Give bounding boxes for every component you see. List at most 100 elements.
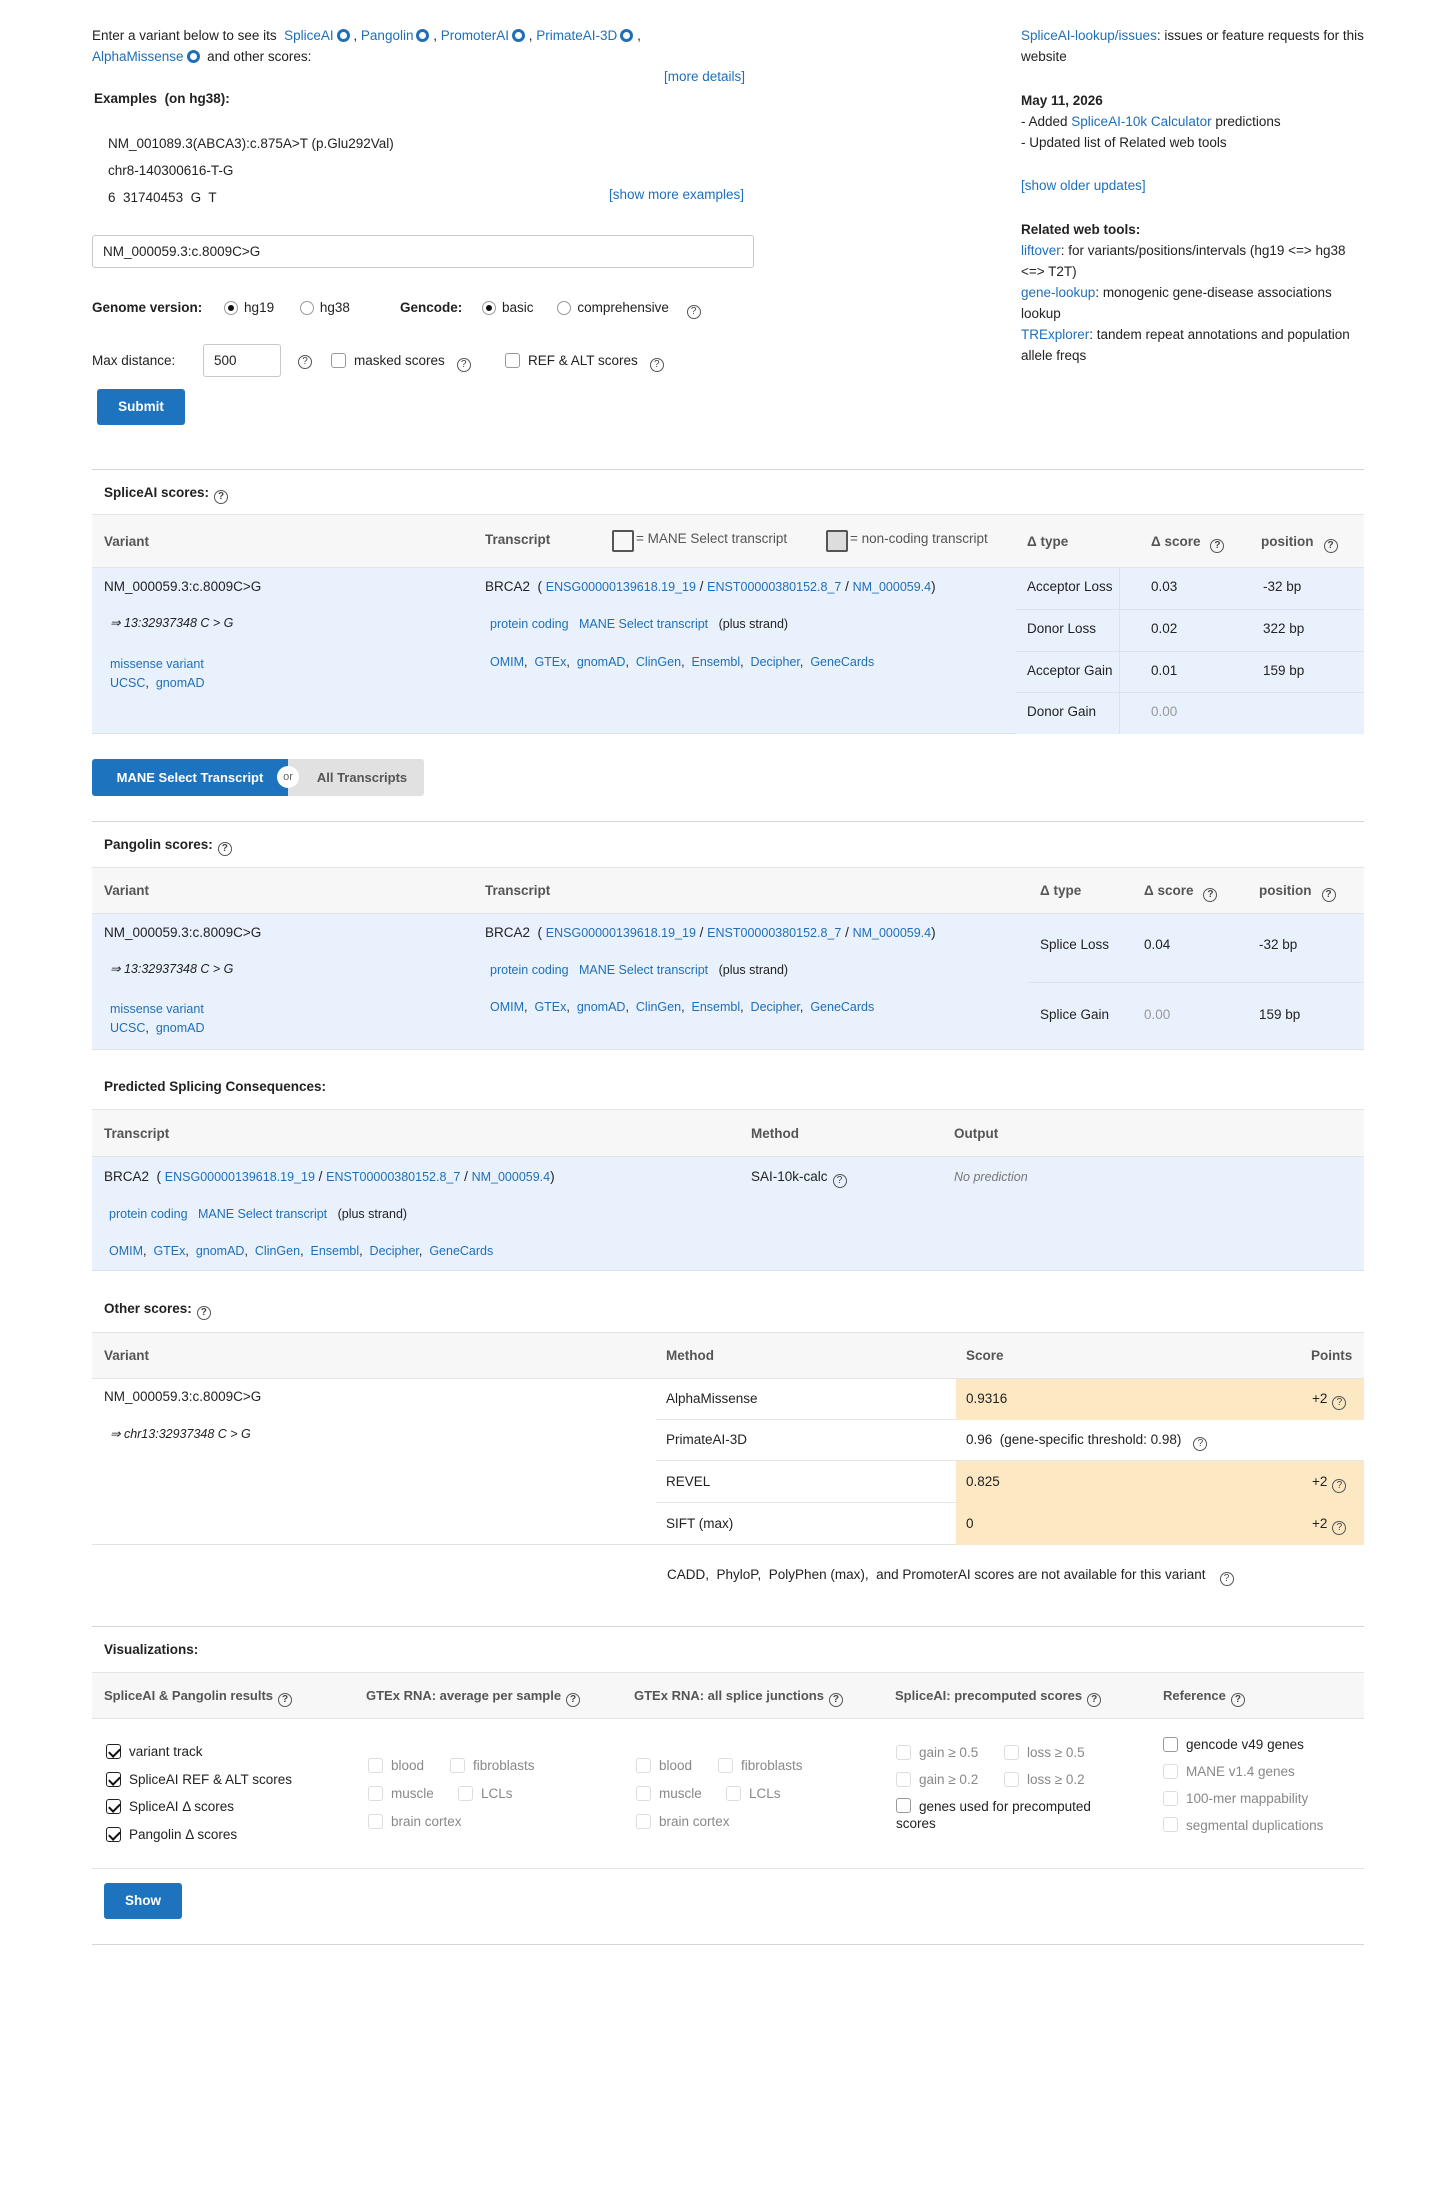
nm-link[interactable]: NM_000059.4 <box>853 580 932 594</box>
consequence-link[interactable]: missense variant <box>110 657 204 671</box>
other-scores-table: AlphaMissense 0.9316 +2? PrimateAI-3D 0.… <box>656 1379 1364 1545</box>
variant-track-option[interactable]: variant track <box>106 1738 292 1766</box>
variant-name: NM_000059.3:c.8009C>G <box>104 1389 262 1404</box>
help-icon[interactable]: ? <box>649 358 664 372</box>
transcript-toggle: MANE Select Transcript or All Transcript… <box>92 759 424 796</box>
pangolin-link[interactable]: Pangolin <box>361 28 414 43</box>
comprehensive-radio[interactable] <box>557 301 572 315</box>
gnomad-link[interactable]: gnomAD <box>156 676 205 690</box>
help-icon[interactable]: ? <box>278 1693 293 1707</box>
viz-body: variant track SpliceAI REF & ALT scores … <box>92 1719 1364 1869</box>
other-row: NM_000059.3:c.8009C>G ⇒ chr13:32937348 C… <box>92 1379 1364 1545</box>
github-icon[interactable] <box>336 29 350 42</box>
example-item[interactable]: chr8-140300616-T-G <box>108 157 394 184</box>
help-icon[interactable]: ? <box>832 1174 847 1188</box>
submit-button[interactable]: Submit <box>97 389 185 425</box>
transcript-ids: BRCA2 ( ENSG00000139618.19_19 / ENST0000… <box>485 925 936 940</box>
sidebar: SpliceAI-lookup/issues: issues or featur… <box>1021 25 1371 366</box>
github-icon[interactable] <box>186 50 200 63</box>
help-icon[interactable]: ? <box>214 490 229 504</box>
help-icon[interactable]: ? <box>686 305 701 319</box>
viz-header: SpliceAI & Pangolin results? GTEx RNA: a… <box>92 1672 1364 1719</box>
intro-prefix: Enter a variant below to see its <box>92 28 277 43</box>
mane-toggle-button[interactable]: MANE Select Transcript <box>92 759 288 796</box>
help-icon[interactable]: ? <box>217 842 232 856</box>
help-icon[interactable]: ? <box>1332 1521 1347 1535</box>
other-title: Other scores:? <box>104 1300 211 1320</box>
delta-scores-option[interactable]: SpliceAI Δ scores <box>106 1793 292 1821</box>
example-item[interactable]: NM_001089.3(ABCA3):c.875A>T (p.Glu292Val… <box>108 130 394 157</box>
variant-name: NM_000059.3:c.8009C>G <box>104 925 262 940</box>
genome-version-group: Genome version: hg19 hg38 <box>92 300 350 315</box>
github-icon[interactable] <box>620 29 634 42</box>
help-icon[interactable]: ? <box>1332 1396 1347 1410</box>
help-icon[interactable]: ? <box>1210 539 1225 553</box>
checkbox[interactable] <box>106 1799 121 1814</box>
help-icon[interactable]: ? <box>1087 1693 1102 1707</box>
help-icon[interactable]: ? <box>456 358 471 372</box>
help-icon[interactable]: ? <box>1230 1693 1245 1707</box>
show-older-updates-link[interactable]: [show older updates] <box>1021 178 1146 193</box>
primateai-link[interactable]: PrimateAI-3D <box>536 28 617 43</box>
github-icon[interactable] <box>512 29 526 42</box>
pangolin-scores-option[interactable]: Pangolin Δ scores <box>106 1821 292 1849</box>
divider <box>92 1626 1364 1627</box>
help-icon[interactable]: ? <box>1332 1479 1347 1493</box>
divider <box>92 821 1364 822</box>
all-transcripts-button[interactable]: All Transcripts <box>300 759 424 796</box>
trexplorer-link[interactable]: TRExplorer <box>1021 327 1089 342</box>
ensg-link[interactable]: ENSG00000139618.19_19 <box>546 580 696 594</box>
consequences-title: Predicted Splicing Consequences: <box>104 1079 327 1094</box>
score-row: AlphaMissense 0.9316 +2? <box>656 1379 1364 1420</box>
checkbox[interactable] <box>106 1744 121 1759</box>
help-icon[interactable]: ? <box>828 1693 843 1707</box>
help-icon[interactable]: ? <box>1193 1437 1208 1451</box>
help-icon[interactable]: ? <box>298 355 312 369</box>
show-button[interactable]: Show <box>104 1883 182 1919</box>
gene-lookup-link[interactable]: gene-lookup <box>1021 285 1095 300</box>
github-icon[interactable] <box>416 29 430 42</box>
help-icon[interactable]: ? <box>1321 888 1336 902</box>
help-icon[interactable]: ? <box>196 1306 211 1320</box>
ref-alt-checkbox[interactable] <box>505 353 520 368</box>
basic-radio[interactable] <box>482 301 497 315</box>
ref-alt-option[interactable]: REF & ALT scores? <box>505 352 664 372</box>
issues-link[interactable]: SpliceAI-lookup/issues <box>1021 28 1157 43</box>
checkbox[interactable] <box>106 1771 121 1787</box>
intro-text: Enter a variant below to see its SpliceA… <box>92 28 641 64</box>
spliceai-row: NM_000059.3:c.8009C>G ⇒ 13:32937348 C > … <box>92 568 1364 734</box>
variant-position: ⇒ 13:32937348 C > G <box>110 616 234 630</box>
liftover-link[interactable]: liftover <box>1021 243 1061 258</box>
hg38-radio[interactable] <box>299 301 314 315</box>
max-distance-input[interactable]: 500 <box>203 344 281 377</box>
masked-scores-checkbox[interactable] <box>331 353 346 368</box>
spliceai-link[interactable]: SpliceAI <box>284 28 334 43</box>
spliceai-title: SpliceAI scores:? <box>104 484 229 504</box>
masked-scores-option[interactable]: masked scores? <box>331 352 471 372</box>
toggle-or: or <box>277 766 299 788</box>
alphamissense-link[interactable]: AlphaMissense <box>92 49 184 64</box>
example-item[interactable]: 6 31740453 G T <box>108 184 394 211</box>
refalt-scores-option[interactable]: SpliceAI REF & ALT scores <box>106 1766 292 1794</box>
more-details-link[interactable]: [more details] <box>664 68 745 87</box>
variant-input[interactable]: NM_000059.3:c.8009C>G <box>92 235 754 268</box>
show-more-examples-link[interactable]: [show more examples] <box>609 186 744 205</box>
divider <box>92 469 1364 470</box>
checkbox[interactable] <box>106 1826 121 1842</box>
promoterai-link[interactable]: PromoterAI <box>441 28 509 43</box>
help-icon[interactable]: ? <box>1203 888 1218 902</box>
variant-links: missense variant UCSC, gnomAD <box>110 657 205 690</box>
transcript-tags: protein coding MANE Select transcript (p… <box>490 963 789 977</box>
transcript-ids: BRCA2 ( ENSG00000139618.19_19 / ENST0000… <box>104 1169 555 1184</box>
spliceai-10k-link[interactable]: SpliceAI-10k Calculator <box>1071 114 1211 129</box>
score-row: SIFT (max) 0 +2? <box>656 1503 1364 1545</box>
enst-link[interactable]: ENST00000380152.8_7 <box>707 580 841 594</box>
other-header: Variant Method Score Points <box>92 1332 1364 1379</box>
help-icon[interactable]: ? <box>1219 1572 1234 1586</box>
mane-legend-icon <box>612 530 634 552</box>
help-icon[interactable]: ? <box>566 1693 581 1707</box>
max-distance-label: Max distance: <box>92 353 176 368</box>
help-icon[interactable]: ? <box>1323 539 1338 553</box>
hg19-radio[interactable] <box>224 301 239 315</box>
ucsc-link[interactable]: UCSC <box>110 676 145 690</box>
